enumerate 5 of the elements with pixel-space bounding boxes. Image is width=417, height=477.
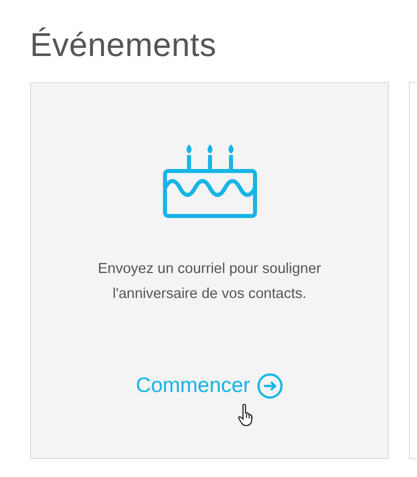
card-description: Envoyez un courriel pour souligner l'anniversaire de vos contacts. bbox=[96, 260, 322, 304]
start-link[interactable]: Commencer bbox=[136, 373, 284, 399]
cake-icon bbox=[162, 143, 258, 219]
section-title: Événements bbox=[30, 25, 218, 65]
arrow-circle-icon bbox=[257, 373, 284, 399]
